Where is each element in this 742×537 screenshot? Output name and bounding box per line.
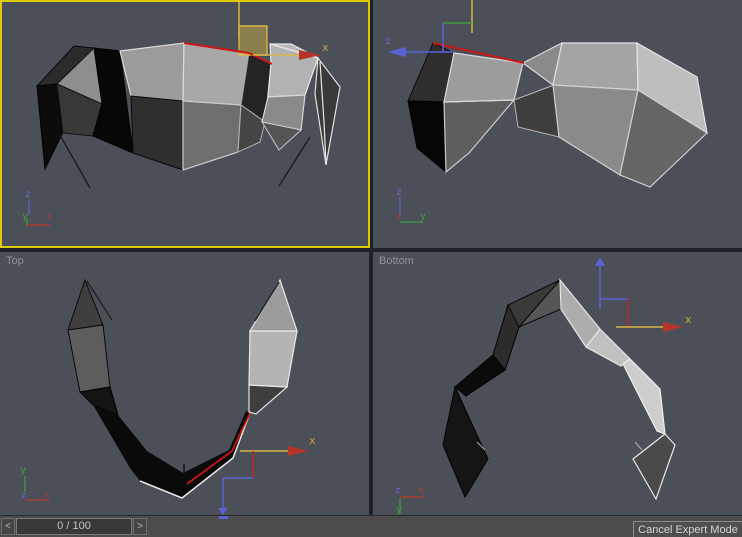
viewport-canvas: z z x y	[373, 0, 742, 248]
mesh-face[interactable]	[249, 385, 287, 414]
gizmo-x-arrowhead[interactable]	[288, 446, 309, 456]
mesh-face[interactable]	[623, 359, 665, 434]
gizmo-z-arrowhead[interactable]	[218, 508, 228, 515]
mesh-face[interactable]	[408, 101, 446, 172]
axis-z-label: z	[25, 189, 31, 200]
mesh-edge[interactable]	[60, 135, 90, 188]
time-slider[interactable]: < 0 / 100 >	[1, 518, 147, 535]
viewport-active[interactable]: x zy x	[0, 0, 370, 248]
viewport-label-bottom: Bottom	[379, 255, 414, 267]
mesh-face[interactable]	[315, 58, 340, 165]
mesh-face[interactable]	[93, 405, 250, 498]
gizmo-xy-plane-handle[interactable]	[239, 26, 267, 55]
axis-z-label: z	[395, 486, 400, 496]
gizmo-x-label: x	[309, 434, 316, 447]
viewport-canvas: x zy x	[2, 2, 368, 246]
axis-z-label: z	[21, 491, 26, 501]
mesh-face[interactable]	[514, 85, 559, 137]
mesh-face[interactable]	[443, 387, 488, 497]
mesh-face[interactable]	[268, 44, 318, 97]
mesh-face[interactable]	[120, 43, 184, 101]
axis-y-label: y	[420, 211, 426, 222]
gizmo-z-arrowhead[interactable]	[595, 257, 605, 266]
gizmo-x-label: x	[322, 41, 329, 54]
gizmo-x-label: x	[685, 313, 692, 326]
previous-frame-button[interactable]: <	[1, 518, 15, 535]
mesh-face[interactable]	[444, 100, 514, 172]
viewport-canvas: x z x y	[373, 252, 742, 515]
cancel-expert-mode-button[interactable]: Cancel Expert Mode	[633, 521, 742, 537]
time-slider-thumb[interactable]: 0 / 100	[16, 518, 132, 535]
axis-x-label: x	[44, 490, 50, 501]
axis-y-label: y	[22, 211, 28, 222]
axis-y-label: y	[20, 465, 26, 476]
axis-x-label: x	[396, 211, 402, 222]
mesh-face[interactable]	[183, 101, 241, 170]
gizmo-arrow-overflow	[219, 516, 228, 519]
mesh-face[interactable]	[633, 434, 675, 499]
mesh-face[interactable]	[68, 280, 103, 330]
gizmo-z-arrowhead[interactable]	[388, 47, 406, 57]
axis-x-label: x	[418, 485, 424, 496]
gizmo-x-arrowhead[interactable]	[663, 322, 683, 332]
viewport-bottom-view[interactable]: Bottom x z x y	[373, 252, 742, 515]
application-window: xzyx zzxy Top xyzx Bottom xzxy < 0 / 100…	[0, 0, 742, 537]
viewport-top-right[interactable]: z z x y	[373, 0, 742, 248]
viewport-top-view[interactable]: Top x y z x	[0, 252, 369, 515]
mesh-face[interactable]	[249, 331, 297, 387]
mesh-face[interactable]	[131, 96, 183, 170]
viewport-canvas: x y z x	[0, 252, 369, 515]
axis-y-label: y	[396, 505, 402, 515]
mesh-face[interactable]	[68, 325, 110, 392]
mesh-face[interactable]	[553, 43, 638, 90]
axis-x-label: x	[46, 211, 52, 222]
gizmo-z-label: z	[385, 36, 391, 47]
mesh-face[interactable]	[250, 280, 297, 331]
axis-z-label: z	[396, 187, 402, 198]
mesh-edge[interactable]	[635, 442, 642, 450]
viewport-label-top: Top	[6, 255, 24, 267]
next-frame-button[interactable]: >	[133, 518, 147, 535]
status-bar: < 0 / 100 > Cancel Expert Mode	[0, 515, 742, 537]
